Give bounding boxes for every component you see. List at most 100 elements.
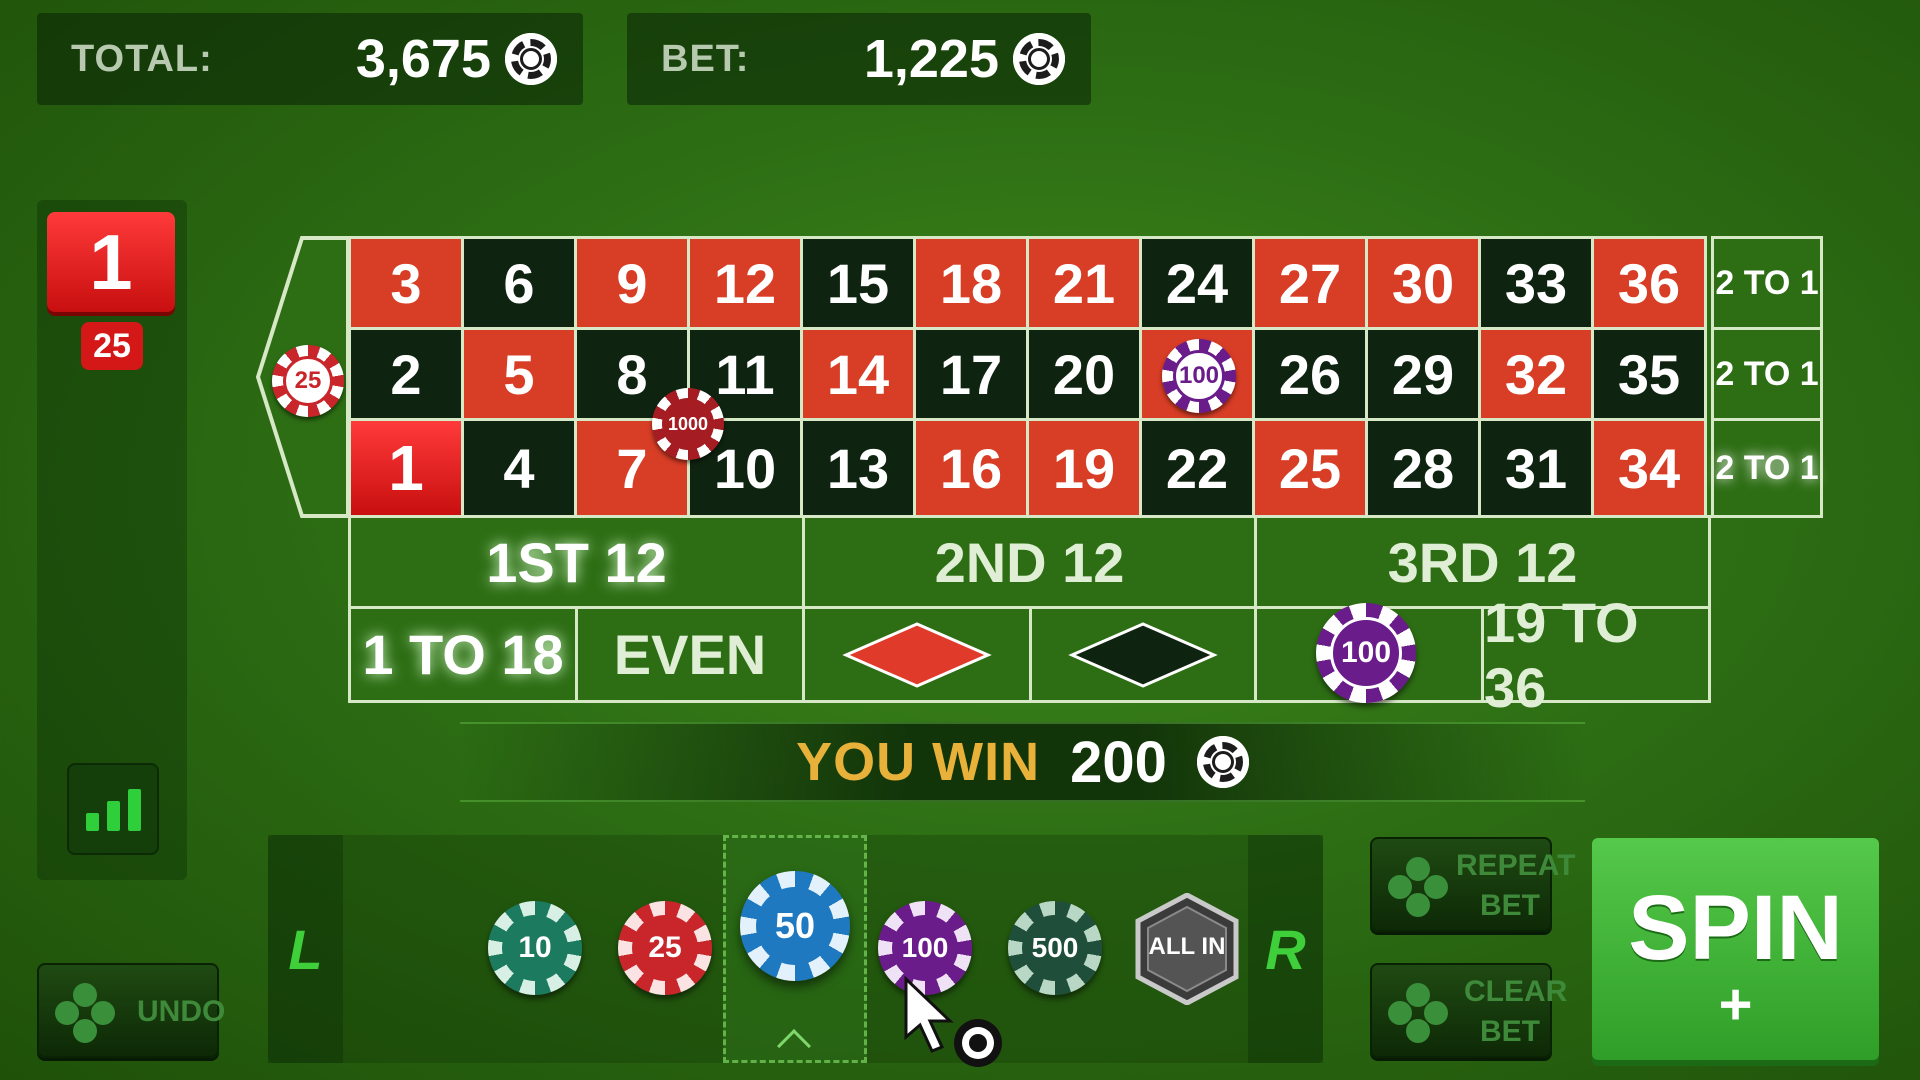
plus-icon: + bbox=[1718, 972, 1753, 1037]
number-cell[interactable]: 34 bbox=[1591, 418, 1707, 518]
chip-value: 25 bbox=[632, 915, 698, 981]
chip-500[interactable]: 500 bbox=[1008, 901, 1102, 995]
bet-panel: BET: 1,225 bbox=[627, 13, 1091, 105]
chip-value: 1000 bbox=[662, 398, 714, 450]
number-cell[interactable]: 13 bbox=[800, 418, 916, 518]
bet-red[interactable] bbox=[802, 606, 1032, 703]
winning-number-cell[interactable]: 1 bbox=[348, 418, 464, 518]
black-diamond-icon bbox=[1068, 621, 1218, 688]
undo-button[interactable]: UNDO bbox=[37, 963, 225, 1058]
bet-label: BET: bbox=[661, 37, 750, 80]
placed-chip-corner[interactable]: 1000 bbox=[652, 388, 724, 460]
repeat-label-line1: REPEAT bbox=[1456, 849, 1576, 882]
total-label: TOTAL: bbox=[71, 37, 213, 80]
column-bet-top[interactable]: 2 TO 1 bbox=[1711, 236, 1823, 330]
number-cell[interactable]: 14 bbox=[800, 327, 916, 421]
chip-value: 500 bbox=[1022, 915, 1088, 981]
bar-chart-icon bbox=[85, 813, 99, 831]
column-bet-bottom[interactable]: 2 TO 1 bbox=[1711, 418, 1823, 518]
number-cell[interactable]: 28 bbox=[1365, 418, 1481, 518]
clear-label-line1: CLEAR bbox=[1464, 975, 1568, 1008]
number-cell[interactable]: 22 bbox=[1139, 418, 1255, 518]
dozen-second[interactable]: 2ND 12 bbox=[802, 515, 1257, 609]
cursor-icon bbox=[904, 975, 1002, 1067]
placed-chip-zero[interactable]: 25 bbox=[272, 345, 344, 417]
number-cell[interactable]: 2 bbox=[348, 327, 464, 421]
chip-value: 50 bbox=[756, 887, 834, 965]
bet-black[interactable] bbox=[1029, 606, 1257, 703]
chip-value: 100 bbox=[1173, 350, 1225, 402]
red-diamond-icon bbox=[842, 621, 992, 688]
number-cell[interactable]: 27 bbox=[1252, 236, 1368, 330]
number-cell[interactable]: 4 bbox=[461, 418, 577, 518]
bar-chart-icon bbox=[106, 801, 120, 831]
total-panel: TOTAL: 3,675 bbox=[37, 13, 583, 105]
number-cell[interactable]: 15 bbox=[800, 236, 916, 330]
chip-10[interactable]: 10 bbox=[488, 901, 582, 995]
number-cell[interactable]: 5 bbox=[461, 327, 577, 421]
chip-selector: L R 10 25 50 100 500 ALL IN bbox=[268, 835, 1323, 1067]
bet-high[interactable]: 19 TO 36 bbox=[1481, 591, 1711, 719]
chip-value: 10 bbox=[502, 915, 568, 981]
clover-icon bbox=[1388, 857, 1448, 917]
win-label: YOU WIN bbox=[796, 732, 1041, 792]
bet-low[interactable]: 1 TO 18 bbox=[348, 606, 578, 703]
chip-50[interactable]: 50 bbox=[740, 871, 850, 981]
placed-chip-23[interactable]: 100 bbox=[1162, 339, 1236, 413]
number-cell[interactable]: 25 bbox=[1252, 418, 1368, 518]
number-cell[interactable]: 17 bbox=[913, 327, 1029, 421]
last-result-amount: 25 bbox=[81, 322, 143, 370]
number-cell[interactable]: 6 bbox=[461, 236, 577, 330]
chevron-up-icon bbox=[777, 1029, 811, 1063]
bet-value: 1,225 bbox=[863, 29, 999, 89]
number-cell[interactable]: 16 bbox=[913, 418, 1029, 518]
scroll-left-button[interactable]: L bbox=[268, 835, 343, 1063]
spin-label: SPIN bbox=[1628, 877, 1843, 979]
number-cell[interactable]: 12 bbox=[687, 236, 803, 330]
bet-even[interactable]: EVEN bbox=[575, 606, 805, 703]
number-cell[interactable]: 35 bbox=[1591, 327, 1707, 421]
scroll-right-button[interactable]: R bbox=[1248, 835, 1323, 1063]
spin-button[interactable]: SPIN + bbox=[1592, 838, 1879, 1060]
all-in-label: ALL IN bbox=[1148, 933, 1226, 960]
number-cell[interactable]: 31 bbox=[1478, 418, 1594, 518]
chip-value: 100 bbox=[892, 915, 958, 981]
number-cell[interactable]: 3 bbox=[348, 236, 464, 330]
number-cell[interactable]: 36 bbox=[1591, 236, 1707, 330]
last-result: 1 bbox=[47, 212, 175, 312]
number-cell[interactable]: 9 bbox=[574, 236, 690, 330]
coin-icon bbox=[1196, 736, 1249, 788]
clear-bet-button[interactable]: CLEAR BET bbox=[1370, 963, 1567, 1058]
column-bet-middle[interactable]: 2 TO 1 bbox=[1711, 327, 1823, 421]
number-cell[interactable]: 33 bbox=[1478, 236, 1594, 330]
repeat-label-line2: BET bbox=[1480, 889, 1540, 922]
clover-icon bbox=[55, 983, 115, 1043]
number-cell[interactable]: 24 bbox=[1139, 236, 1255, 330]
bar-chart-icon bbox=[127, 789, 141, 831]
number-cell[interactable]: 30 bbox=[1365, 236, 1481, 330]
coin-icon bbox=[505, 33, 557, 85]
total-value: 3,675 bbox=[355, 29, 491, 89]
placed-chip-odd[interactable]: 100 bbox=[1316, 603, 1416, 703]
number-cell[interactable]: 19 bbox=[1026, 418, 1142, 518]
statistics-button[interactable] bbox=[67, 763, 159, 855]
history-panel: 1 25 bbox=[37, 200, 187, 880]
repeat-bet-button[interactable]: REPEAT BET bbox=[1370, 837, 1575, 932]
number-cell[interactable]: 20 bbox=[1026, 327, 1142, 421]
all-in-button[interactable]: ALL IN bbox=[1134, 892, 1240, 1006]
number-cell[interactable]: 29 bbox=[1365, 327, 1481, 421]
number-cell[interactable]: 21 bbox=[1026, 236, 1142, 330]
number-cell[interactable]: 32 bbox=[1478, 327, 1594, 421]
number-cell[interactable]: 26 bbox=[1252, 327, 1368, 421]
number-cell[interactable]: 18 bbox=[913, 236, 1029, 330]
chip-25[interactable]: 25 bbox=[618, 901, 712, 995]
win-amount: 200 bbox=[1070, 729, 1167, 795]
clear-label-line2: BET bbox=[1480, 1015, 1540, 1048]
win-banner: YOU WIN 200 bbox=[460, 722, 1585, 802]
chip-value: 100 bbox=[1330, 617, 1402, 689]
clover-icon bbox=[1388, 983, 1448, 1043]
dozen-first[interactable]: 1ST 12 bbox=[348, 515, 805, 609]
chip-value: 25 bbox=[283, 356, 333, 406]
undo-label: UNDO bbox=[137, 995, 226, 1028]
coin-icon bbox=[1013, 33, 1065, 85]
